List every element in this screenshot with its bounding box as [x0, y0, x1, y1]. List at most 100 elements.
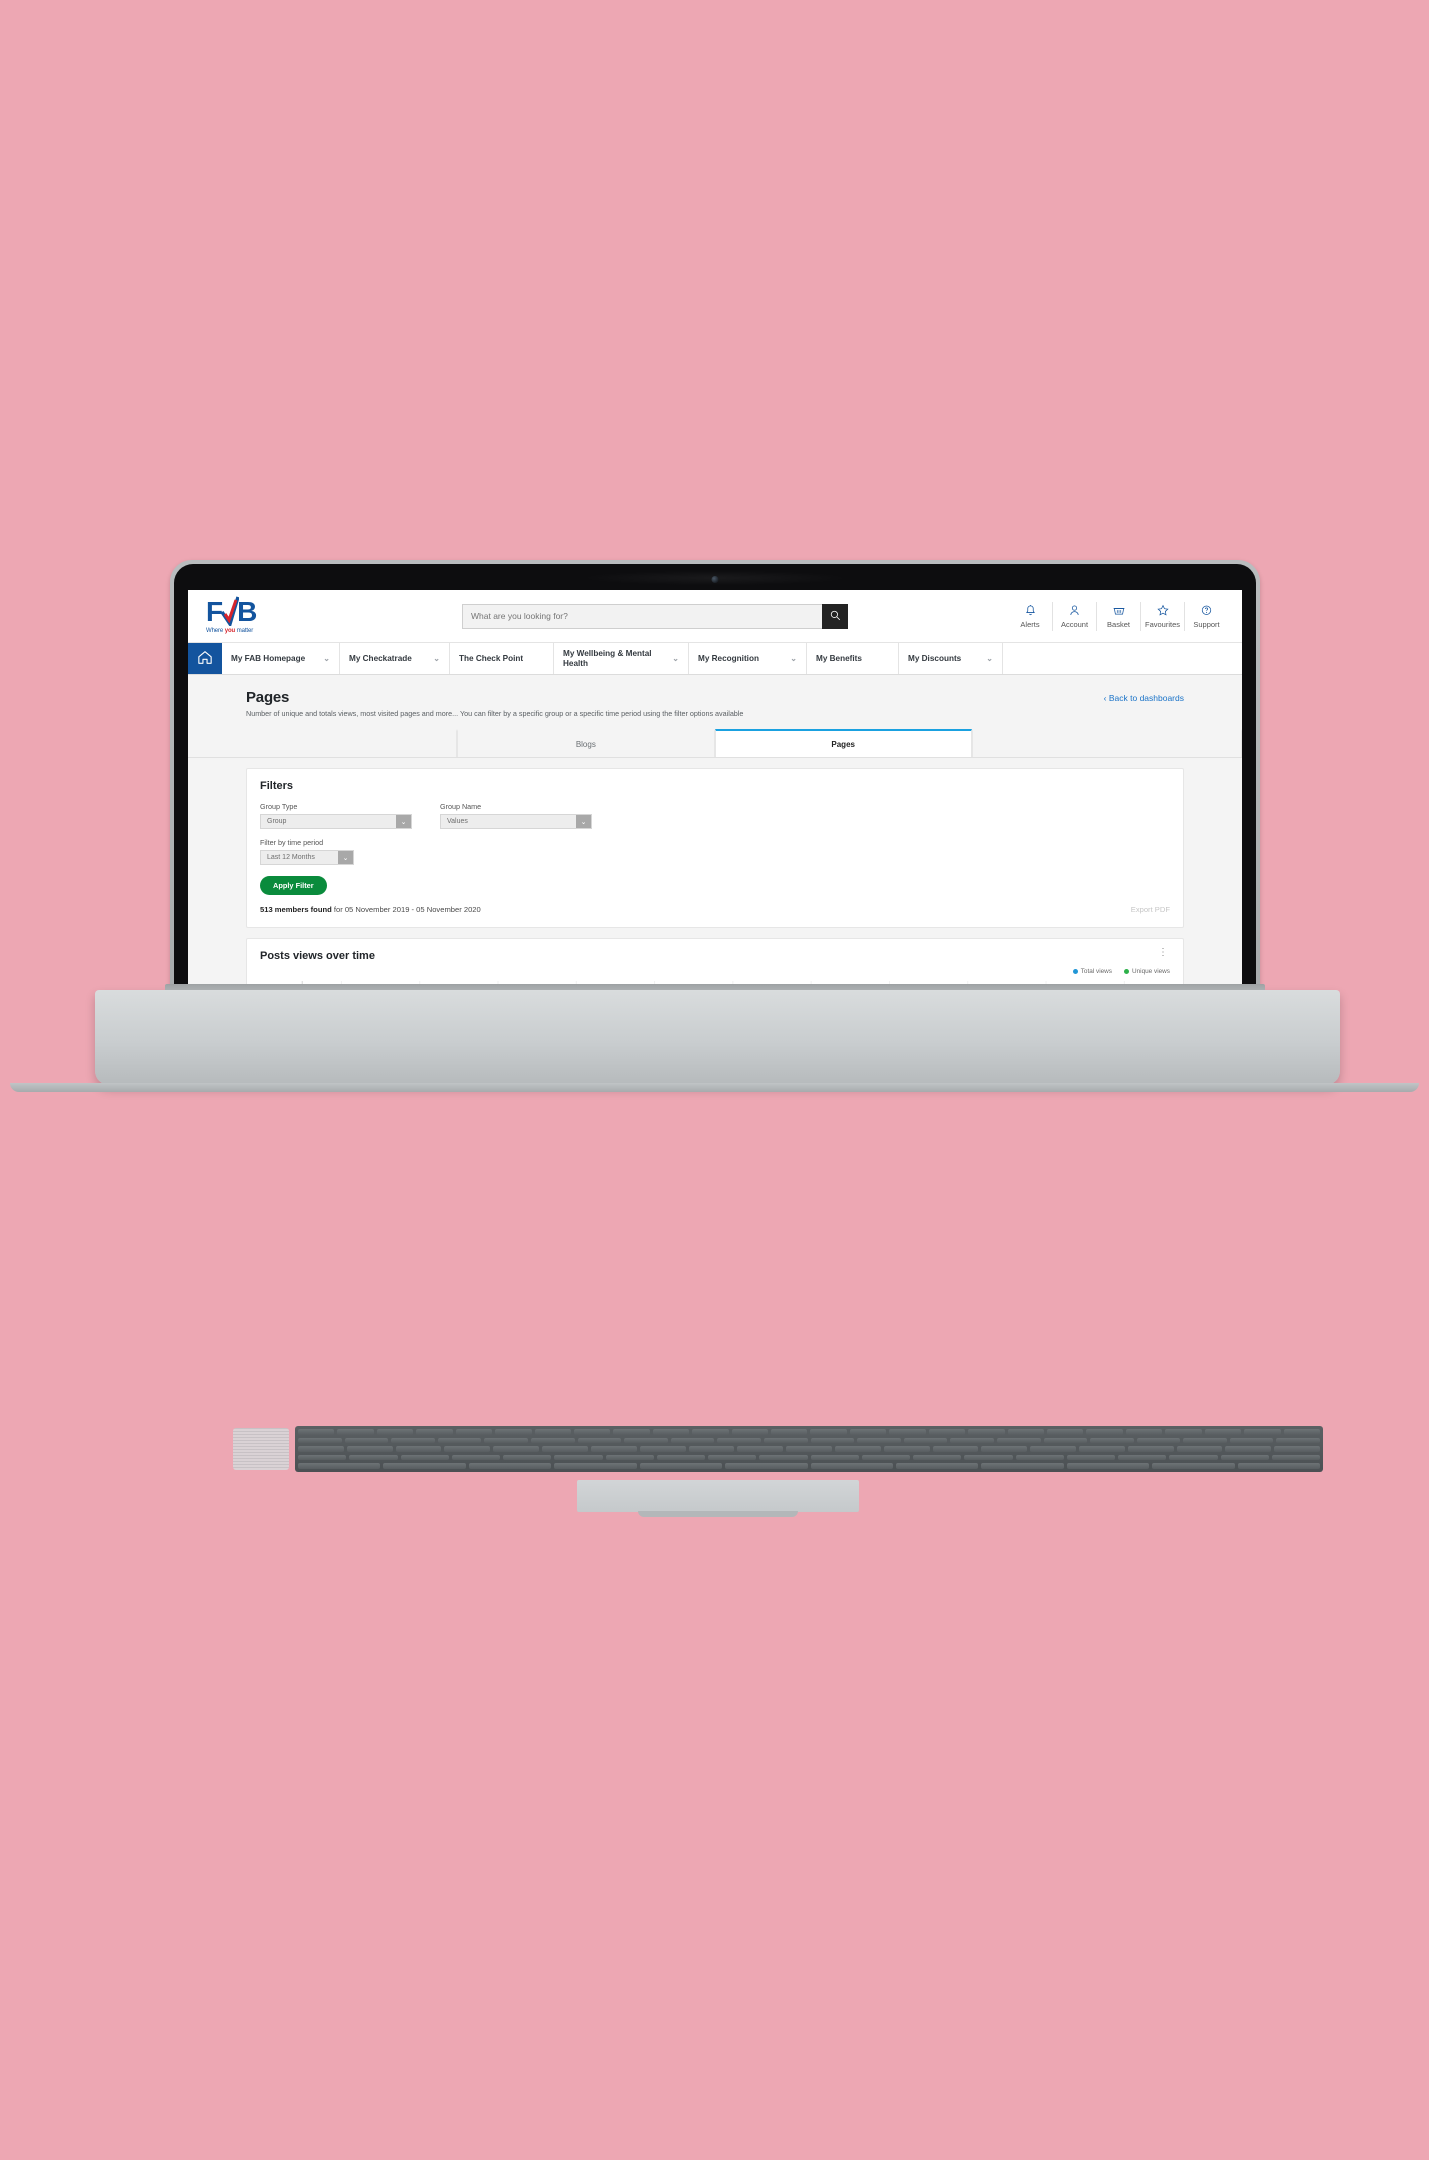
nav-item-label: My FAB Homepage [231, 653, 306, 663]
person-icon [1053, 604, 1096, 619]
members-found-count: 513 members found [260, 905, 332, 915]
legend-swatch [1123, 969, 1129, 975]
keyboard [295, 1426, 1323, 1472]
search-input[interactable] [462, 603, 822, 629]
legend-item-unique-views: Unique views [1123, 968, 1170, 975]
header-item-account[interactable]: Account [1052, 601, 1096, 631]
page-description: Number of unique and totals views, most … [246, 709, 744, 718]
legend-label: Total views [1080, 968, 1112, 976]
nav-item-my-wellbeing-mental-health[interactable]: My Wellbeing & Mental Health ⌄ [554, 643, 689, 674]
fab-logo[interactable]: FB Where you matter [206, 596, 302, 634]
header-item-support[interactable]: Support [1184, 601, 1228, 631]
group-name-value: Values [447, 818, 468, 826]
site-header: FB Where you matter What are you looking… [188, 590, 1242, 642]
cards-container: Filters Group Type Group ⌄ Group Name Va… [188, 758, 1242, 984]
tab-label: Pages [831, 740, 855, 750]
chevron-down-icon: ⌄ [396, 815, 411, 829]
nav-home-button[interactable] [188, 643, 222, 674]
tab-label: Blogs [575, 740, 596, 750]
laptop-bezel: FB Where you matter What are you looking… [174, 564, 1256, 992]
laptop-lid: FB Where you matter What are you looking… [170, 560, 1260, 996]
search-box [462, 603, 848, 629]
header-icon-row: Alerts Account Basket Favourites Support [1008, 601, 1228, 631]
screenshot-stage: FB Where you matter What are you looking… [0, 0, 1429, 2160]
chevron-down-icon: ⌄ [576, 815, 591, 829]
filter-group-type: Group Type Group ⌄ [260, 802, 412, 830]
tagline-bold: you [224, 628, 236, 634]
group-type-value: Group [267, 818, 287, 826]
tab-spacer-right [971, 729, 1242, 758]
filter-result-row: 513 members found for 05 November 2019 -… [260, 905, 1170, 914]
group-name-label: Group Name [440, 802, 482, 812]
nav-item-my-recognition[interactable]: My Recognition ⌄ [689, 643, 807, 674]
tab-pages[interactable]: Pages [714, 729, 972, 758]
filter-time-period: Filter by time period Last 12 Months ⌄ [260, 838, 1170, 866]
time-period-value: Last 12 Months [267, 854, 315, 862]
laptop-screen: FB Where you matter What are you looking… [188, 590, 1242, 984]
tagline-pre: Where [206, 628, 225, 634]
header-item-alerts[interactable]: Alerts [1008, 602, 1052, 631]
tab-blogs[interactable]: Blogs [457, 729, 715, 758]
nav-item-my-discounts[interactable]: My Discounts ⌄ [899, 643, 1003, 674]
chevron-down-icon: ⌄ [338, 851, 353, 865]
group-type-select[interactable]: Group ⌄ [260, 814, 412, 830]
nav-item-label: My Benefits [816, 653, 862, 663]
tab-spacer-left [188, 729, 458, 758]
web-page: FB Where you matter What are you looking… [188, 590, 1242, 984]
kebab-menu-icon[interactable]: ⋮ [1156, 948, 1170, 958]
laptop-mockup: FB Where you matter What are you looking… [0, 560, 1429, 1517]
chevron-down-icon: ⌄ [323, 653, 330, 663]
apply-filter-button[interactable]: Apply Filter [260, 876, 327, 896]
logo-tagline: Where you matter [206, 628, 302, 634]
nav-item-my-checkatrade[interactable]: My Checkatrade ⌄ [340, 643, 450, 674]
back-link-label: Back to dashboards [1108, 693, 1184, 703]
nav-item-label: My Recognition [698, 653, 759, 663]
question-circle-icon [1185, 604, 1228, 619]
bell-icon [1008, 604, 1052, 619]
base-notch [637, 1511, 798, 1517]
nav-item-label: My Wellbeing & Mental Health [563, 649, 652, 668]
basket-icon [1097, 604, 1140, 619]
export-pdf-link[interactable]: Export PDF [1131, 905, 1170, 914]
header-item-favourites[interactable]: Favourites [1140, 601, 1184, 631]
tagline-post: matter [235, 628, 254, 634]
header-item-label: Support [1193, 619, 1220, 629]
star-icon [1141, 604, 1184, 619]
logo-letter-f: F [206, 596, 223, 627]
header-item-label: Basket [1107, 619, 1130, 629]
nav-item-label: The Check Point [459, 653, 524, 663]
nav-item-the-check-point[interactable]: The Check Point [450, 643, 554, 674]
home-icon [197, 650, 213, 667]
laptop-base [95, 990, 1340, 1517]
legend-item-total-views: Total views [1072, 968, 1112, 976]
chevron-down-icon: ⌄ [672, 653, 679, 663]
time-period-select[interactable]: Last 12 Months ⌄ [260, 850, 354, 866]
header-item-label: Account [1060, 619, 1089, 629]
nav-item-my-fab-homepage[interactable]: My FAB Homepage ⌄ [222, 643, 340, 674]
speaker-grille-left [233, 1428, 289, 1470]
members-found-text: 513 members found for 05 November 2019 -… [260, 905, 481, 914]
page-title: Pages [246, 689, 290, 706]
filter-group-name: Group Name Values ⌄ [440, 802, 592, 830]
group-name-select[interactable]: Values ⌄ [440, 814, 592, 830]
search-icon [830, 609, 841, 624]
keyboard-keys [298, 1429, 1321, 1469]
logo-letter-b: B [237, 596, 257, 627]
posts-views-chart-card: Posts views over time ⋮ Total views Uniq… [246, 938, 1184, 984]
nav-item-my-benefits[interactable]: My Benefits [807, 643, 899, 674]
nav-item-label: My Discounts [908, 653, 962, 663]
header-item-basket[interactable]: Basket [1096, 601, 1140, 631]
back-to-dashboards-link[interactable]: ‹ Back to dashboards [1104, 689, 1184, 703]
group-type-label: Group Type [260, 802, 298, 812]
chevron-down-icon: ⌄ [433, 653, 440, 663]
page-content: Pages ‹ Back to dashboards Number of uni… [188, 675, 1242, 984]
filters-title: Filters [260, 780, 294, 793]
page-header: Pages ‹ Back to dashboards Number of uni… [188, 675, 1242, 730]
filters-card: Filters Group Type Group ⌄ Group Name Va… [246, 768, 1184, 929]
laptop-foot [10, 1083, 1419, 1092]
search-button[interactable] [822, 603, 848, 629]
webcam-icon [711, 576, 719, 583]
dashboard-tabs: Blogs Pages [188, 729, 1242, 759]
main-navigation: My FAB Homepage ⌄ My Checkatrade ⌄ The C… [188, 642, 1242, 675]
chevron-down-icon: ⌄ [986, 653, 993, 663]
